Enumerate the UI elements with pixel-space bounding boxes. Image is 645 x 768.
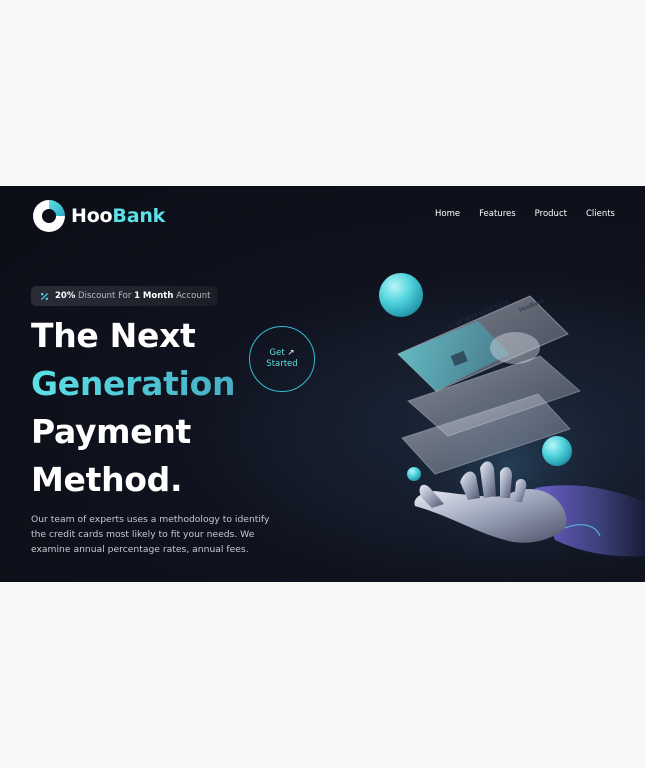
arrow-up-right-icon: ↗	[287, 348, 295, 358]
get-started-button[interactable]: Get ↗ Started	[249, 326, 315, 392]
nav-clients[interactable]: Clients	[586, 209, 615, 219]
hero-section: HooBank Home Features Product Clients 20…	[0, 186, 645, 582]
headline-line-2: Generation	[31, 360, 235, 408]
headline-line-1: The Next	[31, 316, 196, 355]
hoobank-logo-icon	[33, 200, 65, 232]
hero-headline: The Next Generation Payment Method.	[31, 312, 235, 504]
discount-badge: 20% Discount For 1 Month Account	[31, 286, 219, 306]
headline-line-4: Method.	[31, 460, 183, 499]
robot-hand-with-cards-icon: 1234 5678 9101 1121 HooBank	[370, 273, 645, 582]
discount-text: 20% Discount For 1 Month Account	[55, 291, 211, 301]
nav-product[interactable]: Product	[535, 209, 567, 219]
nav-home[interactable]: Home	[435, 209, 460, 219]
hero-description: Our team of experts uses a methodology t…	[31, 514, 270, 555]
brand-name: HooBank	[71, 205, 166, 227]
logo[interactable]: HooBank	[31, 198, 165, 234]
main-nav: Home Features Product Clients	[435, 209, 615, 219]
get-started-label: Get ↗ Started	[266, 348, 298, 369]
headline-line-3: Payment	[31, 412, 191, 451]
nav-features[interactable]: Features	[479, 209, 516, 219]
discount-icon	[41, 292, 48, 300]
